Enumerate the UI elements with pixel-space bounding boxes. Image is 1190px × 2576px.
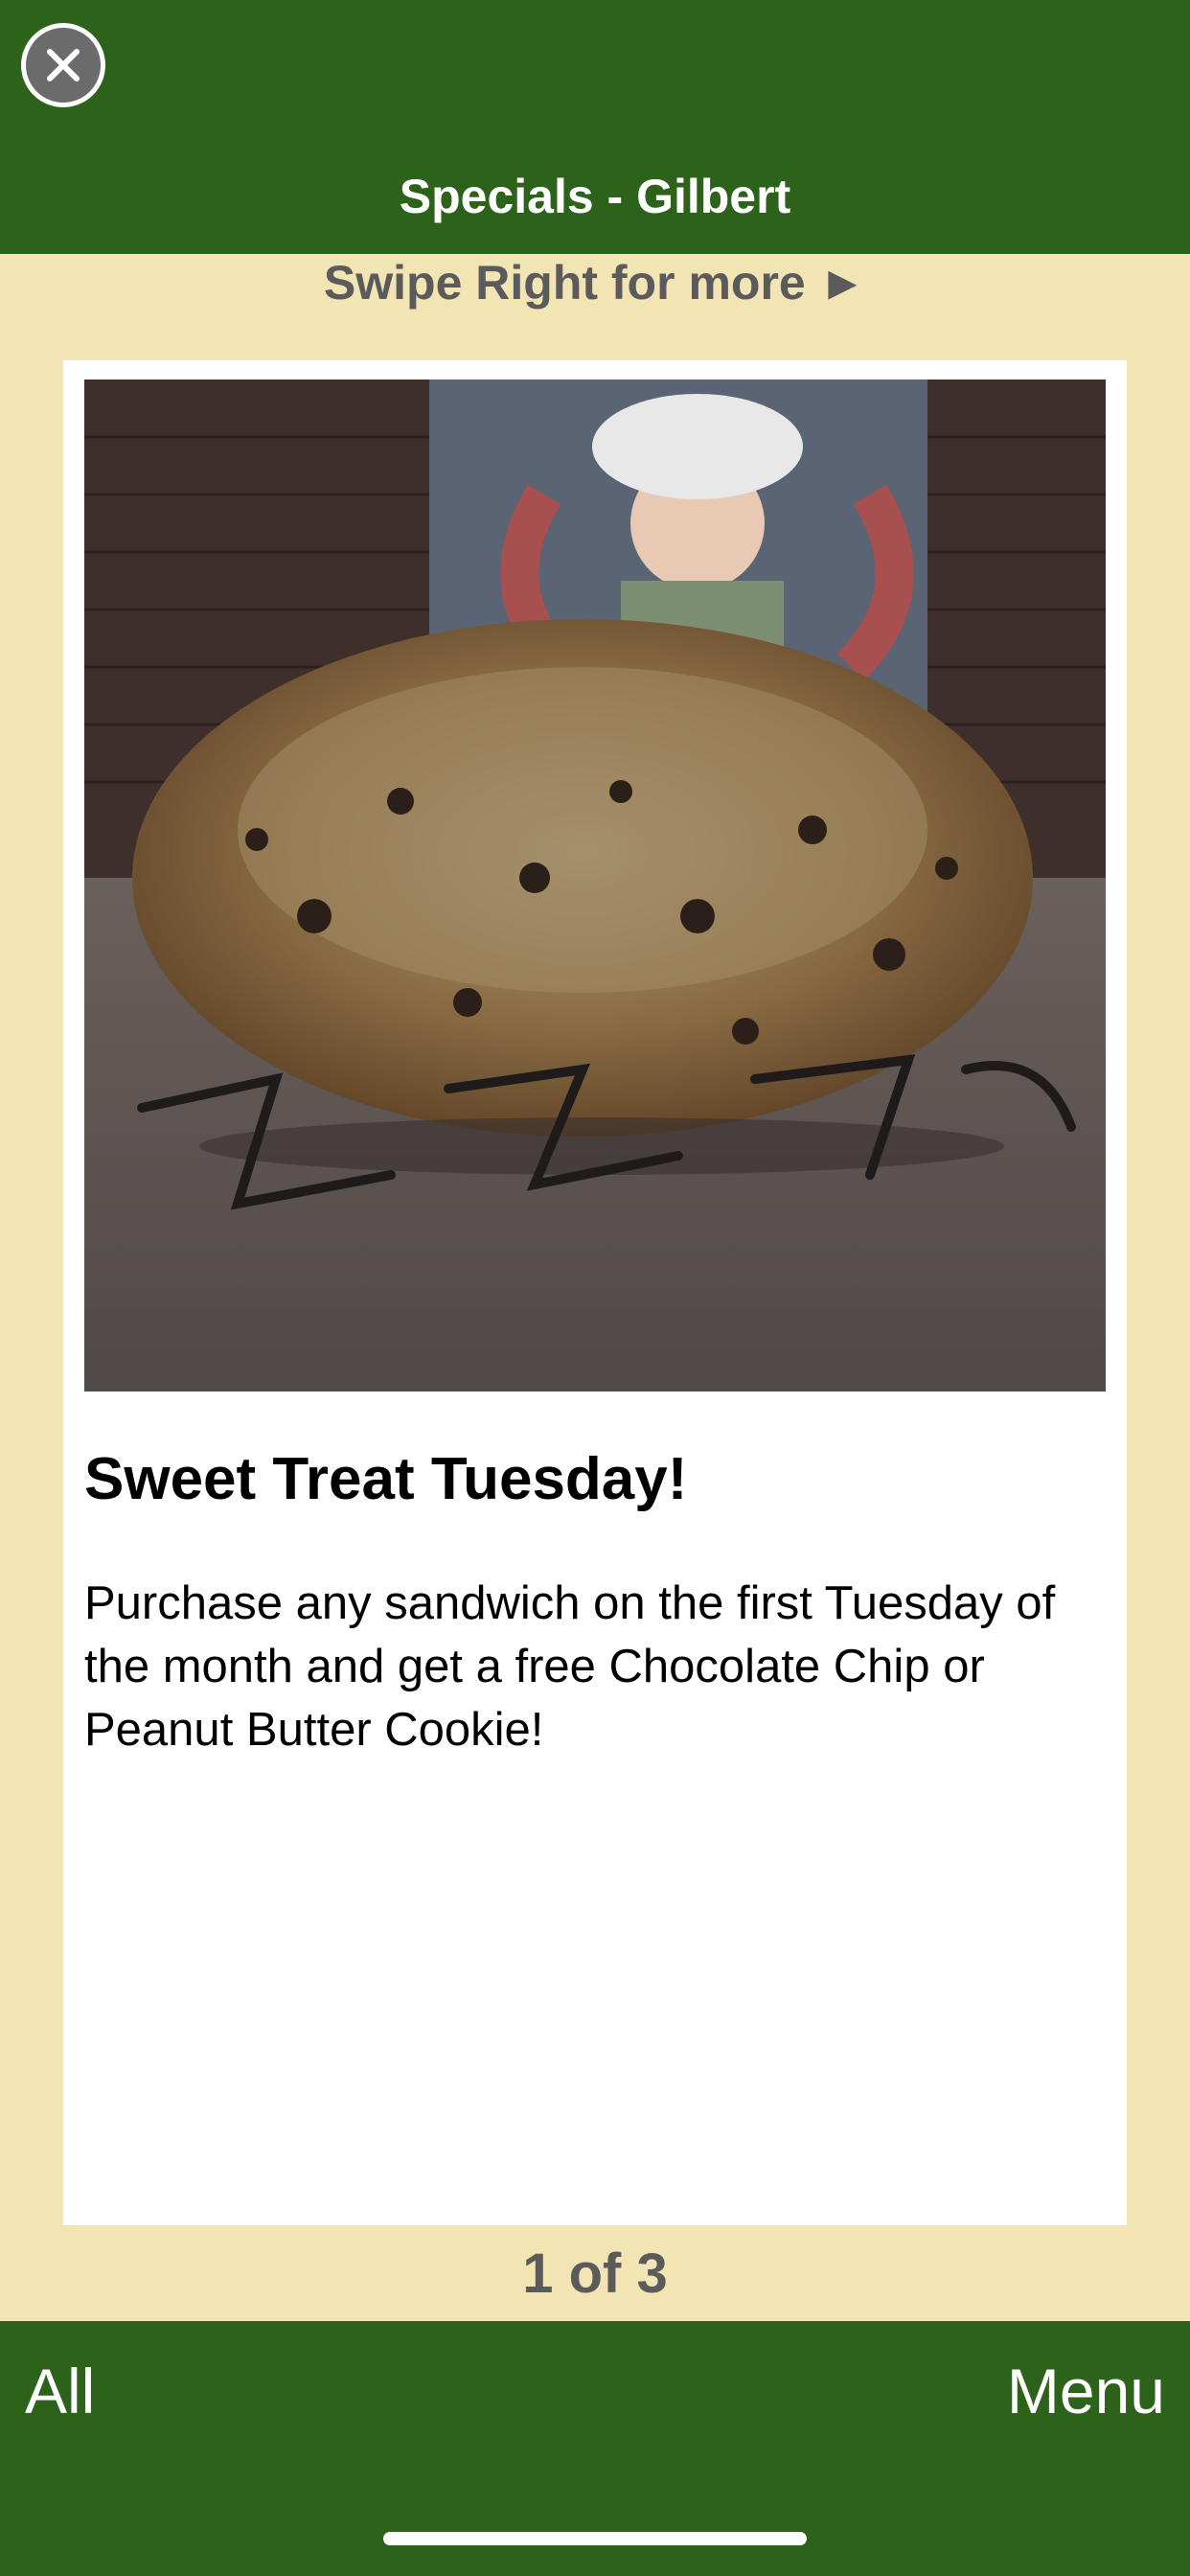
close-button[interactable] — [21, 23, 105, 107]
home-indicator[interactable] — [383, 2532, 807, 2545]
page-title: Specials - Gilbert — [399, 170, 791, 223]
special-description: Purchase any sandwich on the first Tuesd… — [84, 1577, 1056, 1756]
all-button[interactable]: All — [25, 2350, 95, 2432]
special-title: Sweet Treat Tuesday! — [84, 1446, 688, 1512]
swipe-hint: Swipe Right for more ► — [323, 256, 867, 310]
special-photo — [84, 380, 1106, 1392]
header-bar: Specials - Gilbert — [0, 0, 1190, 254]
footer-bar: All Menu — [0, 2321, 1190, 2576]
close-icon — [47, 49, 80, 81]
page-indicator: 1 of 3 — [522, 2242, 668, 2305]
special-card[interactable]: Sweet Treat Tuesday! Purchase any sandwi… — [63, 360, 1127, 2225]
menu-button[interactable]: Menu — [1007, 2350, 1165, 2432]
